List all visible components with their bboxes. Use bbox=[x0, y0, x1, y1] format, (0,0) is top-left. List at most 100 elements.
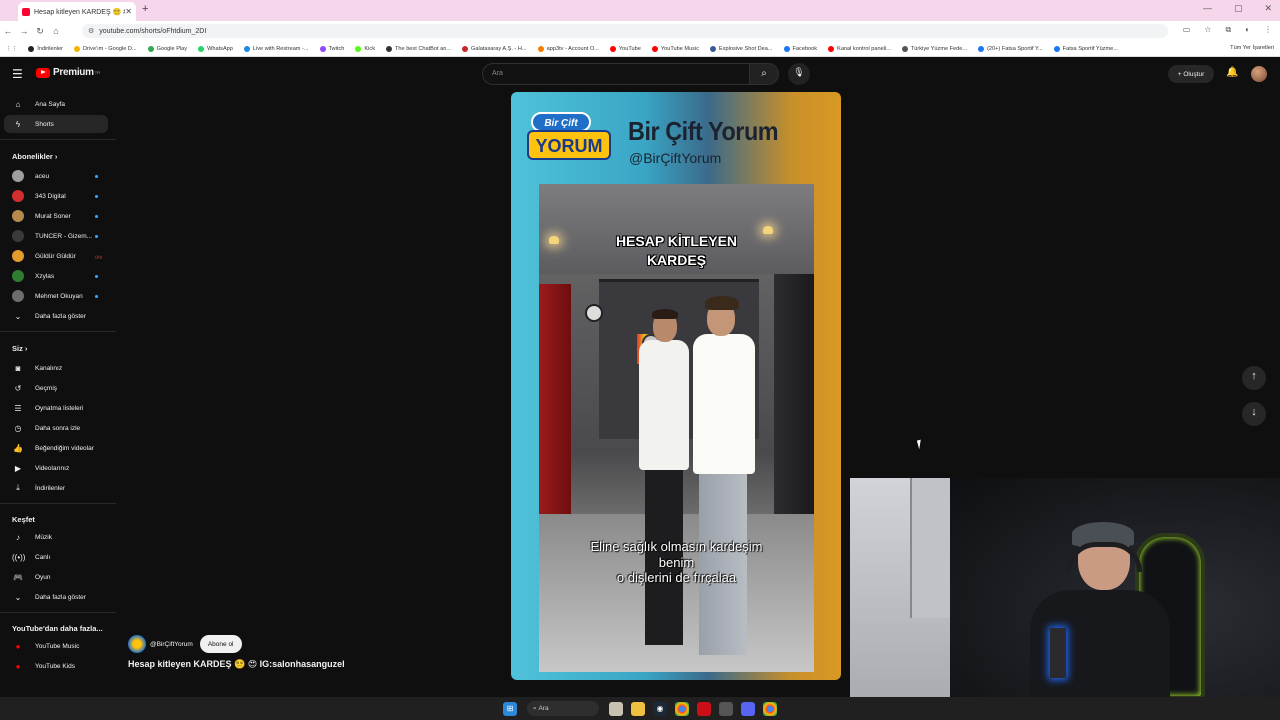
new-content-dot bbox=[95, 294, 98, 298]
forward-icon[interactable]: → bbox=[16, 26, 32, 36]
close-tab-icon[interactable]: ✕ bbox=[125, 7, 132, 16]
bookmark-item[interactable]: Live with Restream -... bbox=[243, 45, 309, 52]
logo-top-text: Bir Çift bbox=[531, 112, 591, 132]
apps-grid-icon[interactable]: ⋮⋮ bbox=[6, 46, 17, 52]
video-subtitle: Eline sağlık olmasın kardeşim benim o di… bbox=[590, 539, 763, 586]
create-button[interactable]: + Oluştur bbox=[1168, 65, 1214, 83]
search-input[interactable]: Ara bbox=[482, 63, 749, 85]
discord-icon[interactable] bbox=[741, 701, 755, 716]
search-button[interactable]: ⌕ bbox=[749, 63, 779, 85]
reload-icon[interactable]: ↻ bbox=[32, 26, 48, 37]
subscriptions-header[interactable]: Abonelikler › bbox=[12, 152, 57, 161]
video-channel-row: @BirÇiftYorum Abone ol bbox=[128, 635, 242, 653]
bookmark-item[interactable]: app3tv - Account O... bbox=[537, 45, 599, 52]
sidebar-item-live[interactable]: ((•)) Canlı bbox=[4, 548, 108, 566]
taskbar-search[interactable]: ⌕ Ara bbox=[527, 701, 599, 716]
search-icon: ⌕ bbox=[761, 68, 767, 79]
sidebar-item-gaming[interactable]: 🎮 Oyun bbox=[4, 568, 108, 586]
back-icon[interactable]: ← bbox=[0, 26, 16, 36]
bookmark-item[interactable]: İndirilenler bbox=[28, 45, 63, 52]
chevron-down-icon: ⌄ bbox=[14, 311, 22, 321]
sidebar-item-shorts[interactable]: ϟ Shorts bbox=[4, 115, 108, 133]
new-tab-icon[interactable]: + bbox=[142, 3, 148, 15]
sidebar-item-playlists[interactable]: ☰ Oynatma listeleri bbox=[4, 399, 108, 417]
bookmark-item[interactable]: YouTube Music bbox=[651, 45, 699, 52]
sidebar-item-watch-later[interactable]: ◷ Daha sonra izle bbox=[4, 419, 108, 437]
hamburger-menu-icon[interactable]: ☰ bbox=[12, 67, 23, 81]
minimize-icon[interactable]: — bbox=[1203, 3, 1212, 14]
bookmark-item[interactable]: Kanal kontrol paneli... bbox=[828, 45, 891, 52]
browser-tab-active[interactable]: Hesap kitleyen KARDEŞ 😵‍💫 # ✕ bbox=[18, 2, 136, 21]
masthead: ☰ Premium TR Ara ⌕ 🎙 + Oluştur 🔔 bbox=[0, 57, 1280, 91]
you-header[interactable]: Siz › bbox=[12, 344, 27, 353]
bookmark-item[interactable]: Drive'ım - Google D... bbox=[74, 45, 137, 52]
previous-short-button[interactable]: ↑ bbox=[1242, 366, 1266, 390]
sidebar-sub-tuncer[interactable]: TUNCER - Gizem... bbox=[4, 227, 108, 245]
sidebar-sub-murat-soner[interactable]: Murat Soner bbox=[4, 207, 108, 225]
chrome-icon[interactable] bbox=[763, 701, 777, 716]
chevron-down-icon: ⌄ bbox=[14, 592, 22, 602]
sidebar-item-liked-videos[interactable]: 👍 Beğendiğim videolar bbox=[4, 439, 108, 457]
close-window-icon[interactable]: ✕ bbox=[1264, 3, 1272, 14]
sidebar-item-history[interactable]: ↺ Geçmiş bbox=[4, 379, 108, 397]
maximize-icon[interactable]: ▢ bbox=[1234, 3, 1243, 14]
channel-handle[interactable]: @BirÇiftYorum bbox=[150, 641, 193, 648]
divider bbox=[0, 612, 116, 613]
bookmark-item[interactable]: YouTube bbox=[609, 45, 641, 52]
bookmark-item[interactable]: Kick bbox=[355, 45, 375, 52]
bookmark-item[interactable]: The best ChatBot an... bbox=[386, 45, 451, 52]
shorts-icon: ϟ bbox=[15, 119, 21, 129]
avatar[interactable] bbox=[1251, 66, 1267, 82]
url-text: youtube.com/shorts/oFhtdium_2DI bbox=[99, 27, 207, 35]
menu-dots-icon[interactable]: ⋮ bbox=[1264, 25, 1272, 35]
sidebar-item-your-channel[interactable]: ◙ Kanalınız bbox=[4, 359, 108, 377]
video-title[interactable]: Hesap kitleyen KARDEŞ 😵‍💫 😍 IG:salonhasa… bbox=[128, 659, 345, 670]
file-explorer-icon[interactable] bbox=[631, 701, 645, 716]
your-videos-icon: ▶ bbox=[14, 463, 22, 473]
taskbar-app-icon[interactable] bbox=[609, 701, 623, 716]
sidebar-item-your-videos[interactable]: ▶ Videolarınız bbox=[4, 459, 108, 477]
subscriptions-show-more[interactable]: ⌄ Daha fazla göster bbox=[4, 307, 108, 325]
sidebar-item-youtube-kids[interactable]: ● YouTube Kids bbox=[4, 657, 108, 675]
site-info-icon[interactable]: ⚙ bbox=[88, 27, 94, 35]
sidebar-item-downloads[interactable]: ⤓ İndirilenler bbox=[4, 479, 108, 497]
taskbar-app-icon[interactable] bbox=[719, 701, 733, 716]
sidebar-sub-mehmet-okuyan[interactable]: Mehmet Okuyan bbox=[4, 287, 108, 305]
wall-clock-icon bbox=[585, 304, 603, 322]
next-short-button[interactable]: ↓ bbox=[1242, 402, 1266, 426]
bookmark-star-icon[interactable]: ☆ bbox=[1204, 25, 1211, 35]
profile-icon[interactable]: ◐ bbox=[1245, 25, 1250, 35]
sidebar-sub-guldur-guldur[interactable]: Güldür Güldür ((•)) bbox=[4, 247, 108, 265]
opera-icon[interactable] bbox=[697, 701, 711, 716]
install-icon[interactable]: ▭ bbox=[1183, 25, 1191, 35]
sidebar-sub-aceu[interactable]: aceu bbox=[4, 167, 108, 185]
sidebar-item-youtube-music[interactable]: ● YouTube Music bbox=[4, 637, 108, 655]
short-video-player[interactable]: Bir Çift YORUM Bir Çift Yorum @BirÇiftYo… bbox=[511, 92, 841, 680]
bookmark-item[interactable]: (20+) Fatsa Sportif Y... bbox=[978, 45, 1043, 52]
youtube-logo[interactable]: Premium TR bbox=[36, 67, 100, 78]
home-browser-icon[interactable]: ⌂ bbox=[48, 26, 64, 36]
explore-show-more[interactable]: ⌄ Daha fazla göster bbox=[4, 588, 108, 606]
voice-search-button[interactable]: 🎙 bbox=[788, 63, 810, 85]
bookmark-item[interactable]: Türkiye Yüzme Fede... bbox=[901, 45, 967, 52]
all-bookmarks-link[interactable]: Tüm Yer İşaretleri bbox=[1230, 45, 1274, 51]
chrome-icon[interactable] bbox=[675, 701, 689, 716]
sidebar-item-music[interactable]: ♪ Müzik bbox=[4, 528, 108, 546]
bookmark-item[interactable]: Twitch bbox=[319, 45, 344, 52]
bookmark-item[interactable]: Galatasaray A.Ş. - H... bbox=[461, 45, 527, 52]
sidebar-sub-xzylas[interactable]: Xzylas bbox=[4, 267, 108, 285]
bookmark-item[interactable]: Fatsa Sportif Yüzme... bbox=[1053, 45, 1118, 52]
bookmark-item[interactable]: Google Play bbox=[147, 45, 187, 52]
steam-icon[interactable]: ◉ bbox=[653, 701, 667, 716]
notifications-bell-icon[interactable]: 🔔 bbox=[1226, 67, 1238, 78]
sidebar-sub-343-digital[interactable]: 343 Digital bbox=[4, 187, 108, 205]
windows-start-icon[interactable]: ⊞ bbox=[503, 701, 517, 716]
sidebar-item-home[interactable]: ⌂ Ana Sayfa bbox=[4, 95, 108, 113]
bookmark-item[interactable]: Explosive Shot Dea... bbox=[710, 45, 773, 52]
bookmark-item[interactable]: Facebook bbox=[783, 45, 817, 52]
address-bar[interactable]: ⚙ youtube.com/shorts/oFhtdium_2DI bbox=[82, 24, 1168, 38]
bookmark-item[interactable]: WhatsApp bbox=[198, 45, 233, 52]
extensions-icon[interactable]: ⧉ bbox=[1225, 25, 1231, 35]
channel-avatar[interactable] bbox=[128, 635, 146, 653]
subscribe-button[interactable]: Abone ol bbox=[199, 635, 242, 653]
